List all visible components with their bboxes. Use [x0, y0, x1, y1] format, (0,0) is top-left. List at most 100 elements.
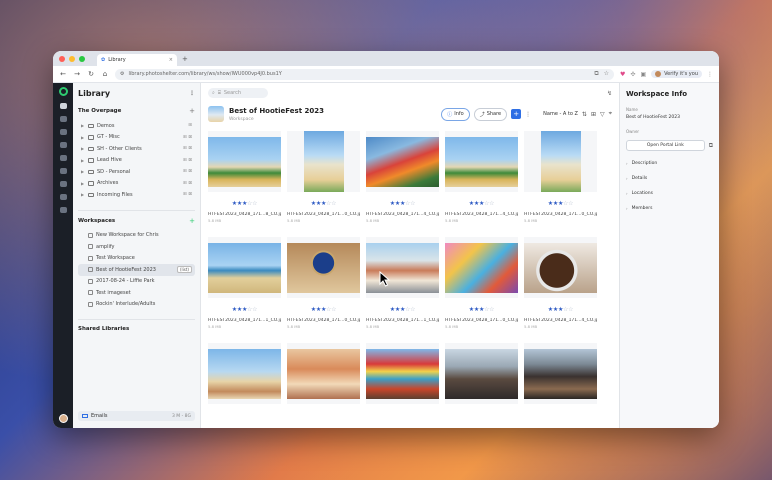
- app-logo-icon[interactable]: [58, 87, 68, 96]
- zoom-window-button[interactable]: [79, 55, 85, 62]
- close-window-button[interactable]: [59, 55, 65, 62]
- workspace-row[interactable]: Rockin' Interlude/Adults: [78, 299, 195, 311]
- photo-card[interactable]: ★★★☆☆ HTFEST2023_0428_171...0_CO.jpg 5.8 M…: [287, 131, 360, 232]
- new-tab-button[interactable]: +: [182, 55, 188, 63]
- star-rating[interactable]: ★★★☆☆: [287, 306, 360, 314]
- workspace-name-field[interactable]: Best of HootieFest 2023: [626, 115, 713, 120]
- browser-menu-icon[interactable]: ⋮: [707, 71, 713, 78]
- photo-card[interactable]: ★★★☆☆ HTFEST2023_0428_171...4_CO.jpg 5.8 M…: [524, 237, 597, 338]
- photo-thumbnail[interactable]: [445, 131, 518, 192]
- extension-puzzle-icon[interactable]: ✣: [630, 71, 635, 78]
- chevron-right-icon[interactable]: ▶: [81, 192, 85, 197]
- photo-card[interactable]: ★★★☆☆ HTFEST2023_0428_171...0_CO.jpg 5.8 M…: [445, 237, 518, 338]
- folder-row[interactable]: ▶ Lead Hive ⊞ ⊠: [78, 155, 195, 167]
- star-rating[interactable]: ★★★☆☆: [208, 306, 281, 314]
- photo-thumbnail[interactable]: [524, 131, 597, 192]
- photo-card[interactable]: [208, 343, 281, 428]
- collections-nav-icon[interactable]: [59, 116, 67, 122]
- folder-actions[interactable]: ⊞ ⊠: [183, 158, 192, 163]
- star-icon[interactable]: ☆: [568, 200, 573, 207]
- info-section-details[interactable]: › Details: [626, 176, 713, 181]
- star-icon[interactable]: ☆: [252, 306, 257, 313]
- photo-card[interactable]: ★★★☆☆ HTFEST2023_0428_171...0_CO.jpg 5.8 M…: [524, 131, 597, 232]
- reload-button[interactable]: ↻: [87, 70, 95, 78]
- star-icon[interactable]: ☆: [331, 306, 336, 313]
- folder-actions[interactable]: ⊞ ⊠: [183, 135, 192, 140]
- section-shared-title[interactable]: Shared Libraries: [78, 326, 129, 332]
- address-bar[interactable]: ⚙ library.photoshelter.com/library/ws/sh…: [115, 68, 615, 80]
- folder-actions[interactable]: ⊞ ⊠: [183, 192, 192, 197]
- star-rating[interactable]: ★★★☆☆: [524, 200, 597, 208]
- forward-button[interactable]: →: [73, 70, 81, 78]
- star-icon[interactable]: ☆: [489, 306, 494, 313]
- photo-thumbnail[interactable]: [366, 343, 439, 404]
- photo-thumbnail[interactable]: [445, 237, 518, 298]
- info-section-description[interactable]: › Description: [626, 161, 713, 166]
- folder-row[interactable]: ▶ GT - Misc ⊞ ⊠: [78, 132, 195, 144]
- photo-thumbnail[interactable]: [524, 237, 597, 298]
- grid-view-icon[interactable]: ⊞: [591, 111, 596, 118]
- workspace-row[interactable]: 2017-08-24 - Liffie Park: [78, 276, 195, 288]
- folder-actions[interactable]: ⊞ ⊠: [183, 169, 192, 174]
- star-icon[interactable]: ☆: [568, 306, 573, 313]
- emails-row[interactable]: Emails 3 M - 8G: [78, 411, 195, 421]
- add-button[interactable]: +: [511, 109, 522, 119]
- workspace-row[interactable]: New Workspace for Chris: [78, 230, 195, 242]
- star-rating[interactable]: ★★★☆☆: [445, 306, 518, 314]
- folder-row[interactable]: ▶ Archives ⊞ ⊠: [78, 178, 195, 190]
- folder-actions[interactable]: ⊞: [188, 123, 192, 128]
- folder-row[interactable]: ▶ Incoming Files ⊞ ⊠: [78, 189, 195, 201]
- star-rating[interactable]: ★★★☆☆: [208, 200, 281, 208]
- bookmark-star-icon[interactable]: ☆: [604, 70, 609, 78]
- upload-nav-icon[interactable]: [59, 155, 67, 161]
- star-rating[interactable]: ★★★☆☆: [287, 200, 360, 208]
- photo-card[interactable]: [524, 343, 597, 428]
- extension-heart-icon[interactable]: ♥: [620, 71, 625, 78]
- star-icon[interactable]: ☆: [331, 200, 336, 207]
- sidebar-more-icon[interactable]: ⋮: [189, 90, 195, 97]
- chevron-right-icon[interactable]: ▶: [81, 181, 85, 186]
- photo-thumbnail[interactable]: [287, 343, 360, 404]
- photo-card[interactable]: ★★★☆☆ HTFEST2023_0428_171...0_CO.jpg 5.8 M…: [287, 237, 360, 338]
- search-input[interactable]: ⌕ ⌸ Search: [208, 88, 268, 98]
- sidebar-toggle-icon[interactable]: ▣: [640, 71, 646, 78]
- photo-card[interactable]: ★★★☆☆ HTFEST2023_0428_171...1_CO.jpg 5.8 M…: [366, 237, 439, 338]
- refresh-icon[interactable]: ↯: [607, 90, 612, 97]
- trash-nav-icon[interactable]: [59, 207, 67, 213]
- workspace-row[interactable]: amplify: [78, 241, 195, 253]
- photo-thumbnail[interactable]: [208, 131, 281, 192]
- workspace-row[interactable]: Test imageset: [78, 287, 195, 299]
- chevron-right-icon[interactable]: ▶: [81, 135, 85, 140]
- section-workspaces-title[interactable]: Workspaces: [78, 218, 115, 224]
- back-button[interactable]: ←: [59, 70, 67, 78]
- info-section-locations[interactable]: › Locations: [626, 191, 713, 196]
- folder-row[interactable]: ▶ SD - Personal ⊞ ⊠: [78, 166, 195, 178]
- user-avatar[interactable]: [58, 414, 68, 423]
- add-folder-button[interactable]: +: [189, 107, 195, 115]
- open-portal-link-button[interactable]: Open Portal Link: [626, 140, 705, 151]
- star-rating[interactable]: ★★★☆☆: [524, 306, 597, 314]
- star-icon[interactable]: ☆: [252, 200, 257, 207]
- add-workspace-button[interactable]: +: [189, 217, 195, 225]
- photo-thumbnail[interactable]: [366, 131, 439, 192]
- photo-card[interactable]: [366, 343, 439, 428]
- workspace-row[interactable]: Test Workspace: [78, 253, 195, 265]
- share-nav-icon[interactable]: [59, 142, 67, 148]
- folder-actions[interactable]: ⊞ ⊠: [183, 146, 192, 151]
- tab-close-icon[interactable]: ×: [169, 57, 173, 63]
- photo-thumbnail[interactable]: [208, 343, 281, 404]
- photo-thumbnail[interactable]: [208, 237, 281, 298]
- install-icon[interactable]: ⧉: [594, 70, 598, 78]
- chevron-right-icon[interactable]: ▶: [81, 146, 85, 151]
- filter-icon[interactable]: ▽: [600, 111, 605, 118]
- photo-thumbnail[interactable]: [445, 343, 518, 404]
- star-icon[interactable]: ☆: [410, 306, 415, 313]
- settings-nav-icon[interactable]: [59, 194, 67, 200]
- star-rating[interactable]: ★★★☆☆: [366, 200, 439, 208]
- folder-row[interactable]: ▶ SH - Other Clients ⊞ ⊠: [78, 143, 195, 155]
- workspace-row[interactable]: Best of HootieFest 2023 (list): [78, 264, 195, 276]
- photo-card[interactable]: ★★★☆☆ HTFEST2023_0428_171...4_CO.jpg 5.8 M…: [445, 131, 518, 232]
- photo-card[interactable]: ★★★☆☆ HTFEST2023_0428_171...8_CO.jpg 5.8 M…: [208, 131, 281, 232]
- share-button[interactable]: ⤴ Share: [473, 107, 508, 121]
- photo-card[interactable]: ★★★☆☆ HTFEST2023_0428_171...4_CO.jpg 5.8 M…: [366, 131, 439, 232]
